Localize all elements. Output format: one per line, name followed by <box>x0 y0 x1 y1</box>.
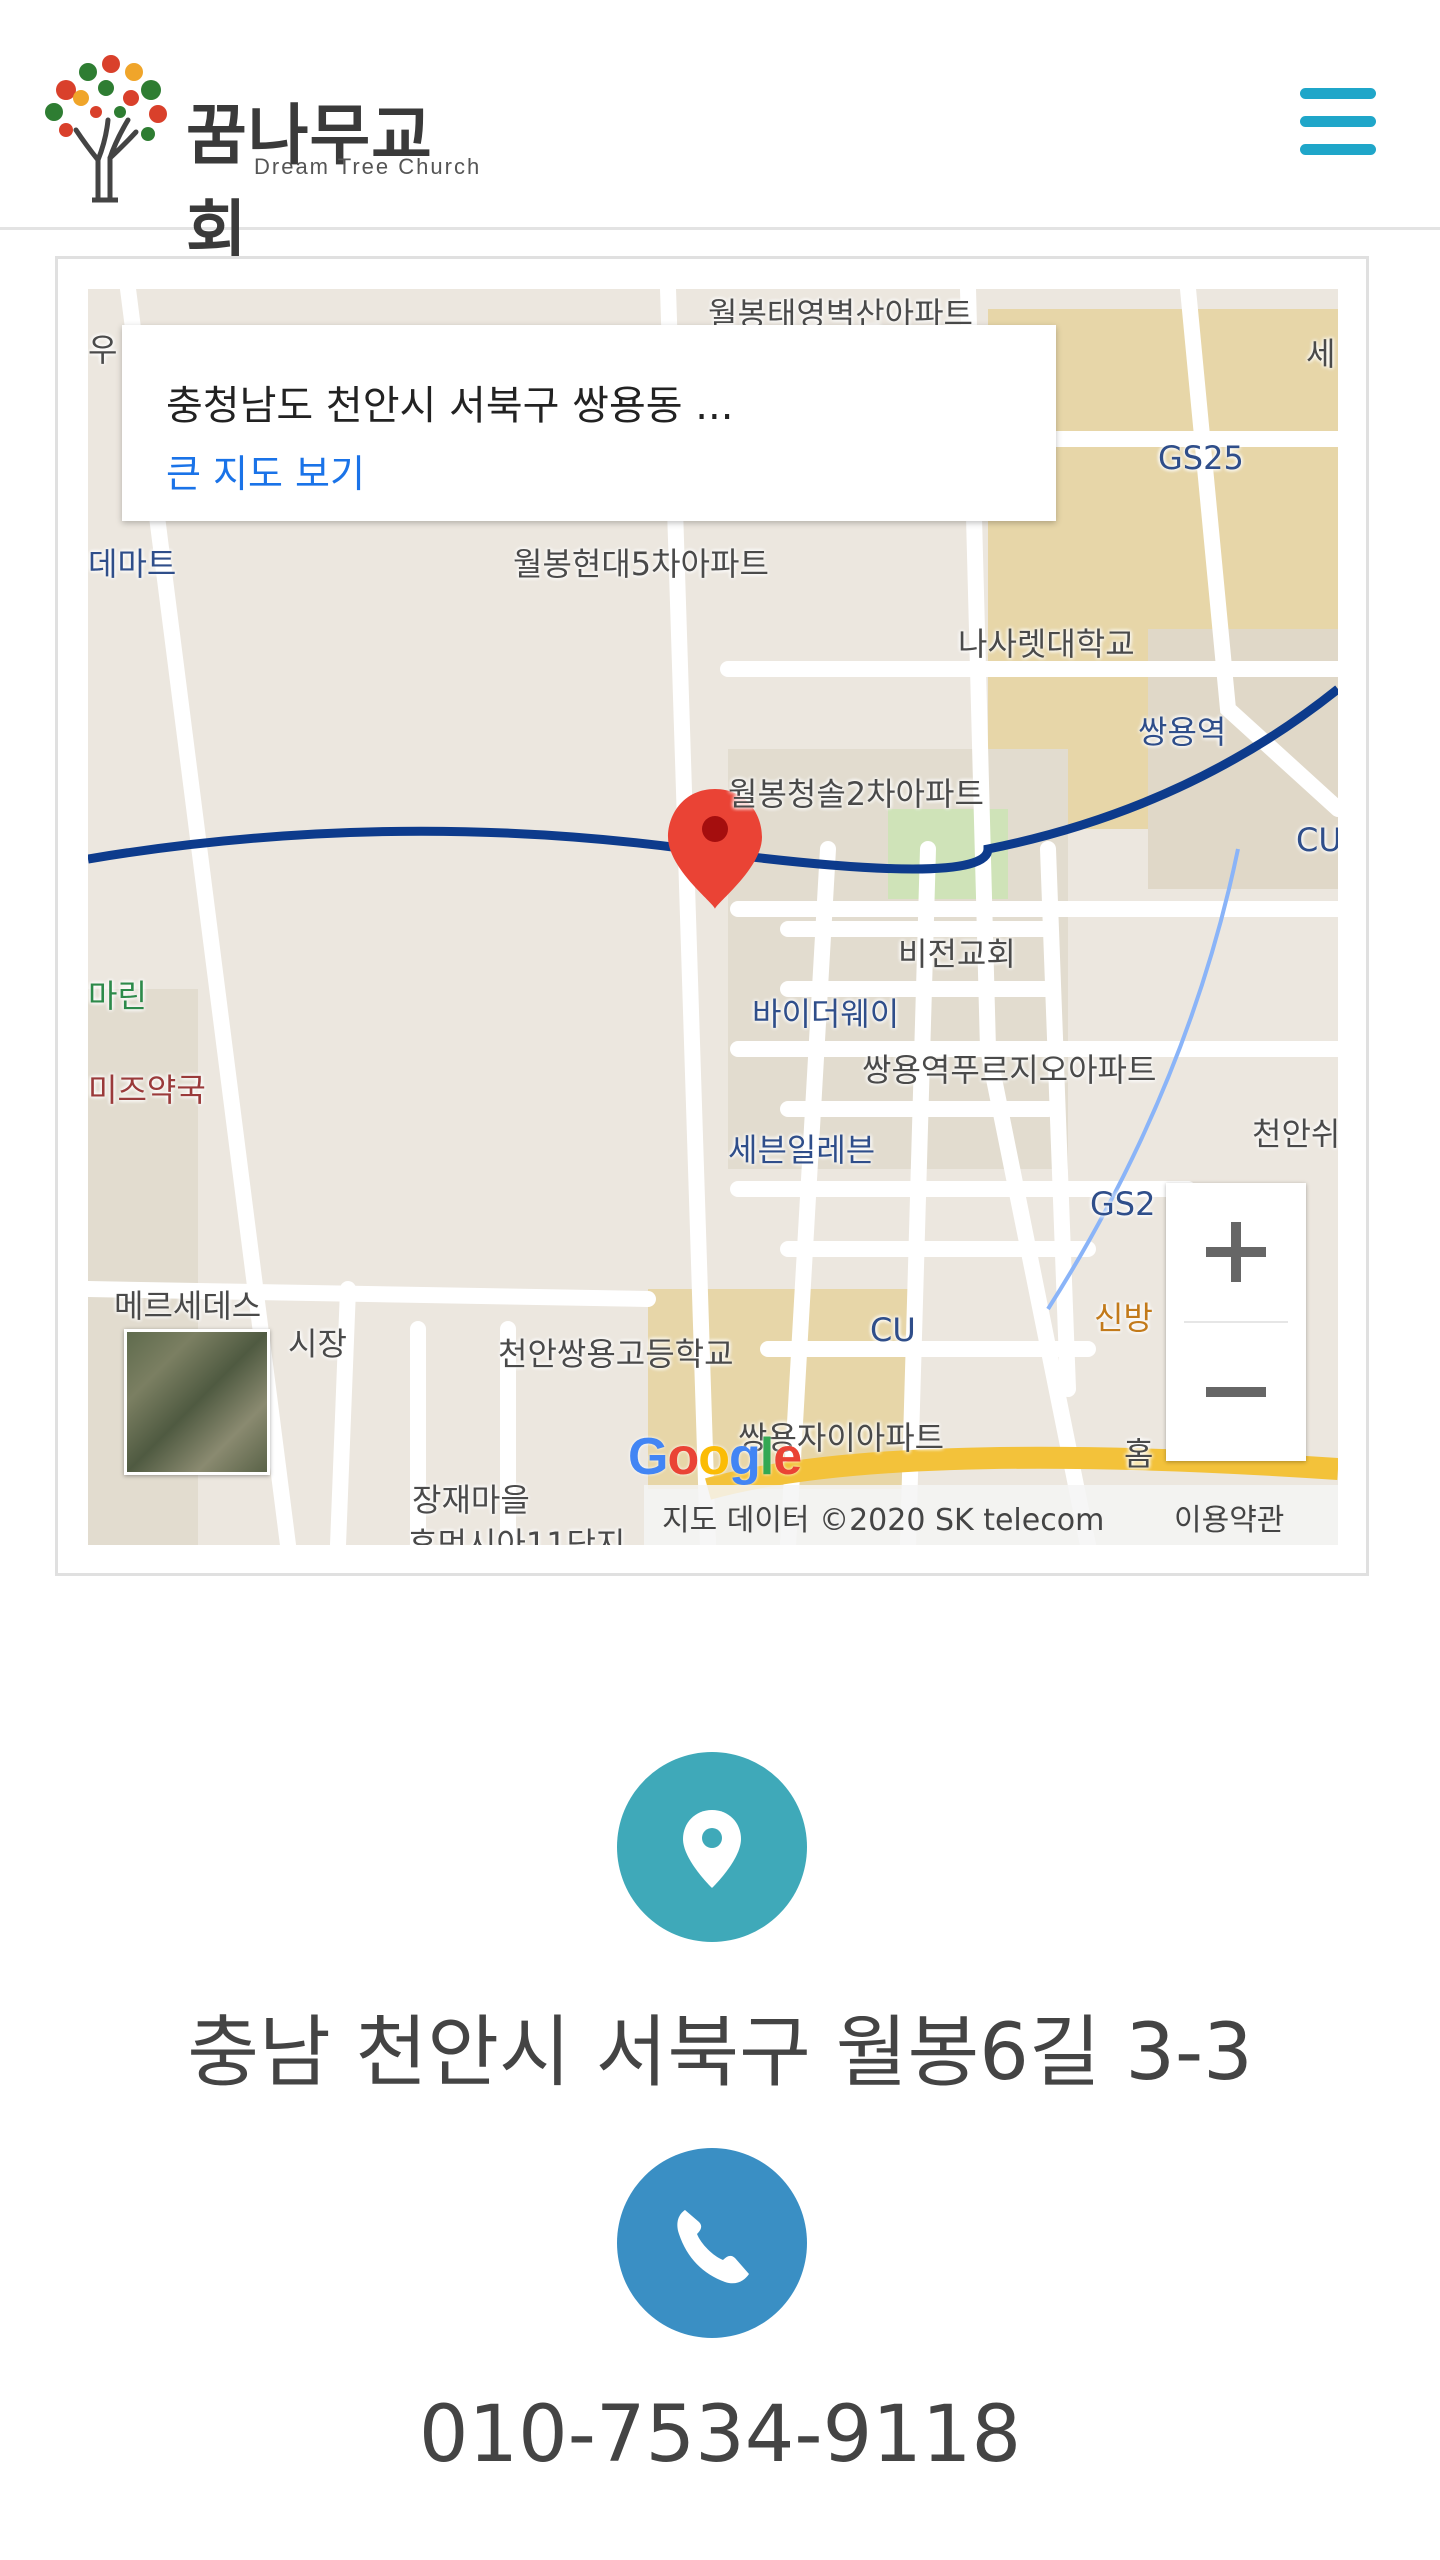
hamburger-menu-button[interactable] <box>1300 88 1384 156</box>
map-label: 쌍용역푸르지오아파트 <box>862 1051 1157 1089</box>
view-larger-map-link[interactable]: 큰 지도 보기 <box>166 443 365 498</box>
google-map[interactable]: 월봉태영벽산아파트 GS25 데마트 월봉현대5차아파트 나사렛대학교 쌍용역 … <box>88 289 1338 1545</box>
map-label: 월봉청솔2차아파트 <box>728 775 984 813</box>
map-label: 장재마을 <box>412 1481 530 1519</box>
map-label: 천안쌍용고등학교 <box>498 1335 734 1373</box>
phone-icon <box>677 2210 749 2284</box>
zoom-out-button[interactable] <box>1166 1323 1306 1461</box>
map-label: 신방 <box>1094 1299 1153 1337</box>
minus-icon <box>1206 1387 1266 1397</box>
phone-call-button[interactable] <box>617 2148 807 2338</box>
church-address: 충남 천안시 서북구 월봉6길 3-3 <box>187 2008 1253 2098</box>
map-label: 세 <box>1306 335 1336 373</box>
map-label: GS2 <box>1090 1185 1156 1223</box>
map-label: 월봉현대5차아파트 <box>513 545 769 583</box>
map-label: 마린 <box>88 977 147 1015</box>
map-label: 미즈약국 <box>88 1071 206 1109</box>
plus-icon <box>1206 1222 1266 1282</box>
map-info-address: 충청남도 천안시 서북구 쌍용동 ... <box>166 383 734 429</box>
site-header: 꿈나무교회 Dream Tree Church <box>0 0 1440 270</box>
map-label: 데마트 <box>88 545 177 583</box>
google-logo: Google <box>628 1428 802 1486</box>
map-label: 홈 <box>1124 1435 1154 1473</box>
terms-link[interactable]: 이용약관 <box>1174 1495 1284 1539</box>
map-label: 바이더웨이 <box>752 995 900 1033</box>
map-info-card: 충청남도 천안시 서북구 쌍용동 ... 큰 지도 보기 <box>122 325 1056 521</box>
zoom-controls <box>1166 1183 1306 1461</box>
map-label: CU <box>870 1311 916 1349</box>
hamburger-menu-icon <box>1300 88 1376 99</box>
map-pin-icon <box>683 1810 741 1888</box>
map-label: 천안쉬 <box>1252 1115 1338 1153</box>
location-badge <box>617 1752 807 1942</box>
map-label: 나사렛대학교 <box>958 625 1135 663</box>
map-label: 휴먼시아11단지 <box>408 1525 626 1545</box>
map-label: 쌍용역 <box>1138 713 1227 751</box>
zoom-in-button[interactable] <box>1166 1183 1306 1321</box>
map-label: 세븐일레븐 <box>728 1131 876 1169</box>
church-phone[interactable]: 010-7534-9118 <box>0 2390 1440 2480</box>
logo-subtitle: Dream Tree Church <box>254 154 482 179</box>
map-frame: 월봉태영벽산아파트 GS25 데마트 월봉현대5차아파트 나사렛대학교 쌍용역 … <box>55 256 1369 1576</box>
map-label: 비전교회 <box>898 935 1016 973</box>
map-label: 우 <box>88 331 118 369</box>
map-label: CU <box>1296 821 1338 859</box>
map-label: 시장 <box>288 1325 347 1363</box>
map-label: GS25 <box>1158 439 1244 477</box>
tree-logo-icon <box>45 55 167 203</box>
map-label: 메르세데스 <box>114 1287 262 1325</box>
map-data-attribution: 지도 데이터 ©2020 SK telecom <box>662 1503 1105 1538</box>
site-logo[interactable]: 꿈나무교회 Dream Tree Church <box>36 50 486 270</box>
map-attribution-bar: 지도 데이터 ©2020 SK telecom 이용약관 <box>644 1485 1338 1545</box>
satellite-view-toggle[interactable] <box>124 1329 270 1475</box>
